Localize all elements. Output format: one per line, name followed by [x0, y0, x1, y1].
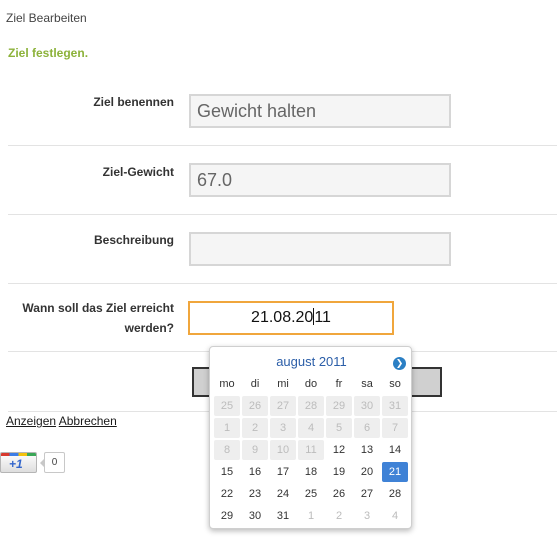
datepicker-day: 11 [298, 440, 324, 460]
datepicker-day-grid: 25 26 27 28 29 30 31 1 2 3 4 5 6 7 8 9 10 11 12 13 14 15 16 17 1… [213, 395, 409, 527]
goal-weight-field[interactable]: 67.0 [189, 163, 451, 197]
plusone-label: +1 [9, 457, 23, 471]
cancel-link[interactable]: Abbrechen [59, 414, 117, 428]
datepicker-day: 25 [214, 396, 240, 416]
datepicker-day: 31 [382, 396, 408, 416]
description-label: Beschreibung [93, 233, 174, 247]
datepicker-day[interactable]: 3 [354, 506, 380, 526]
datepicker-day: 26 [242, 396, 268, 416]
chevron-right-icon[interactable]: ❯ [393, 357, 406, 370]
target-date-label-line1: Wann soll das Ziel erreicht [22, 301, 174, 315]
weekday-label: so [389, 378, 401, 390]
datepicker-day: 2 [242, 418, 268, 438]
datepicker-day: 30 [354, 396, 380, 416]
datepicker-day: 3 [270, 418, 296, 438]
datepicker-day[interactable]: 17 [270, 462, 296, 482]
plusone-color-stripe [1, 453, 36, 456]
goal-weight-label: Ziel-Gewicht [102, 165, 174, 179]
weekday-label: mo [219, 378, 235, 390]
datepicker-day[interactable]: 29 [214, 506, 240, 526]
datepicker-day[interactable]: 1 [298, 506, 324, 526]
datepicker-day: 6 [354, 418, 380, 438]
datepicker-day[interactable]: 30 [242, 506, 268, 526]
datepicker-month-title: august 2011 [276, 354, 347, 369]
description-field[interactable] [189, 232, 451, 266]
row-divider [8, 283, 557, 284]
weekday-label: fr [335, 378, 343, 390]
datepicker-day: 7 [382, 418, 408, 438]
datepicker-day[interactable]: 28 [382, 484, 408, 504]
datepicker-day[interactable]: 12 [326, 440, 352, 460]
page-title: Ziel Bearbeiten [6, 11, 87, 25]
datepicker-day[interactable]: 18 [298, 462, 324, 482]
target-date-label-line2: werden? [124, 321, 174, 335]
action-links: Anzeigen Abbrechen [6, 414, 117, 428]
datepicker-day-selected[interactable]: 21 [382, 462, 408, 482]
datepicker-day[interactable]: 2 [326, 506, 352, 526]
datepicker-day[interactable]: 20 [354, 462, 380, 482]
datepicker-weekday-header: mo di mi do fr sa so [213, 378, 409, 390]
datepicker-day: 1 [214, 418, 240, 438]
weekday-label: do [304, 378, 318, 390]
datepicker-popup: august 2011 ❯ mo di mi do fr sa so 25 26 27 28 29 3… [209, 346, 412, 529]
weekday-label: di [250, 378, 260, 390]
datepicker-day: 27 [270, 396, 296, 416]
date-value-part1: 21.08.20 [251, 309, 314, 326]
datepicker-day: 28 [298, 396, 324, 416]
datepicker-day: 10 [270, 440, 296, 460]
datepicker-day[interactable]: 31 [270, 506, 296, 526]
datepicker-day[interactable]: 19 [326, 462, 352, 482]
datepicker-day[interactable]: 27 [354, 484, 380, 504]
datepicker-day: 8 [214, 440, 240, 460]
row-divider [8, 214, 557, 215]
datepicker-day: 9 [242, 440, 268, 460]
datepicker-day[interactable]: 16 [242, 462, 268, 482]
show-link[interactable]: Anzeigen [6, 414, 56, 428]
weekday-label: mi [277, 378, 289, 390]
plusone-count: 0 [40, 452, 65, 473]
target-date-label: Wann soll das Ziel erreicht werden? [4, 298, 174, 338]
datepicker-day[interactable]: 4 [382, 506, 408, 526]
datepicker-day[interactable]: 25 [298, 484, 324, 504]
datepicker-day[interactable]: 26 [326, 484, 352, 504]
datepicker-day[interactable]: 22 [214, 484, 240, 504]
datepicker-day[interactable]: 14 [382, 440, 408, 460]
plusone-button[interactable]: +1 [0, 452, 37, 473]
datepicker-day[interactable]: 23 [242, 484, 268, 504]
goal-name-label: Ziel benennen [93, 95, 174, 109]
row-divider [8, 145, 557, 146]
goal-name-field[interactable]: Gewicht halten [189, 94, 451, 128]
section-subtitle: Ziel festlegen. [8, 46, 89, 60]
target-date-field[interactable]: 21.08.2011 [188, 301, 394, 335]
weekday-label: sa [361, 378, 373, 390]
datepicker-day[interactable]: 13 [354, 440, 380, 460]
datepicker-day: 5 [326, 418, 352, 438]
datepicker-day[interactable]: 24 [270, 484, 296, 504]
datepicker-day[interactable]: 15 [214, 462, 240, 482]
datepicker-day: 29 [326, 396, 352, 416]
date-value-part2: 11 [314, 309, 331, 326]
datepicker-day: 4 [298, 418, 324, 438]
